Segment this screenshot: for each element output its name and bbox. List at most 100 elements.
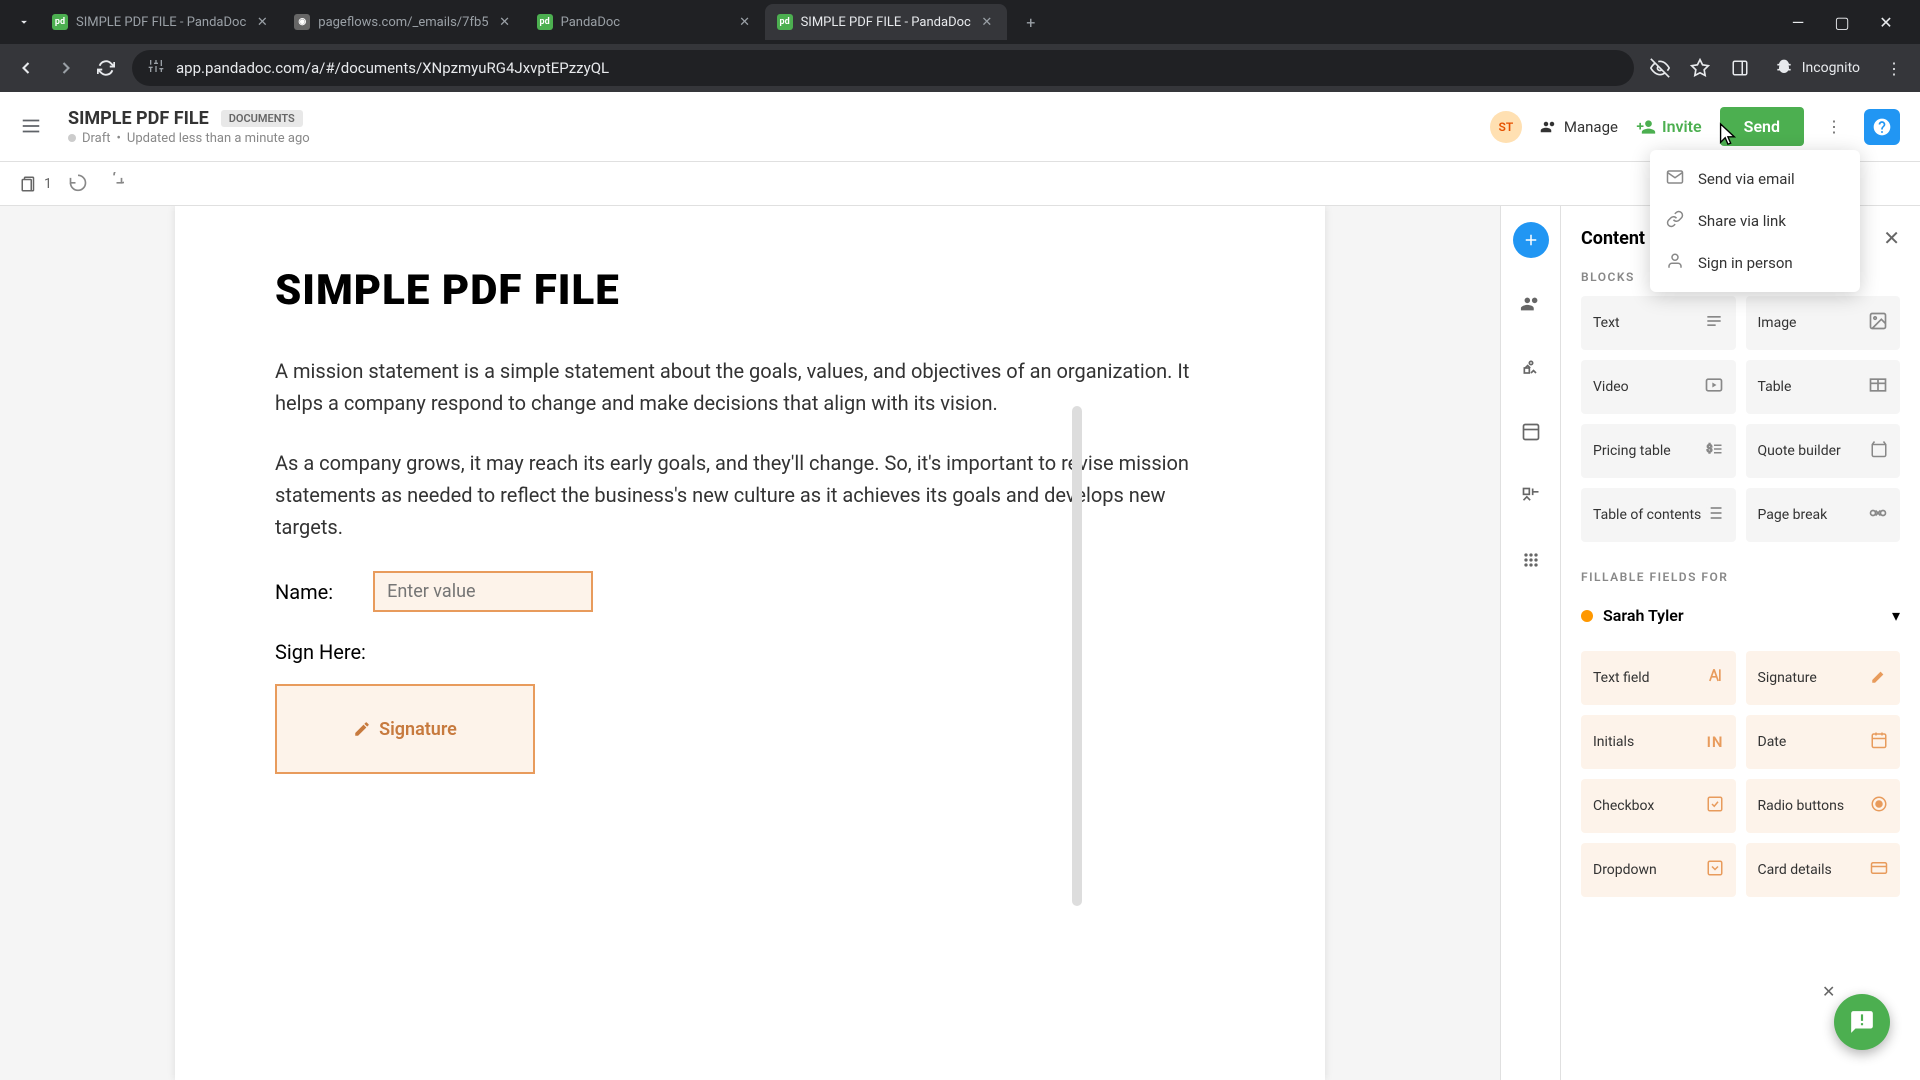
initials-icon: IN xyxy=(1707,733,1724,751)
forward-button[interactable] xyxy=(52,54,80,82)
recipient-name-text: Sarah Tyler xyxy=(1603,606,1684,625)
redo-button[interactable] xyxy=(104,172,124,196)
workflow-rail-button[interactable] xyxy=(1513,478,1549,514)
recipients-rail-button[interactable] xyxy=(1513,286,1549,322)
tab-close-icon[interactable]: ✕ xyxy=(979,14,995,30)
avatar[interactable]: ST xyxy=(1490,111,1522,143)
help-button[interactable] xyxy=(1864,109,1900,145)
manage-button[interactable]: Manage xyxy=(1540,118,1618,136)
sign-here-label: Sign Here: xyxy=(275,640,1225,664)
video-icon xyxy=(1704,375,1724,399)
page-count[interactable]: 1 xyxy=(20,175,52,193)
block-toc[interactable]: Table of contents xyxy=(1581,488,1736,542)
chat-fab-button[interactable] xyxy=(1834,994,1890,1050)
text-icon xyxy=(1704,311,1724,335)
blocks-grid: Text Image Video Table Pricing table xyxy=(1581,296,1900,542)
minimize-button[interactable]: — xyxy=(1788,12,1808,32)
field-text[interactable]: Text field xyxy=(1581,651,1736,705)
block-quote-builder[interactable]: Quote builder xyxy=(1746,424,1901,478)
recipient-color-icon xyxy=(1581,610,1593,622)
chevron-down-icon: ▾ xyxy=(1892,606,1900,625)
pricing-icon: $ xyxy=(1704,440,1724,462)
name-input[interactable] xyxy=(373,571,593,612)
field-radio[interactable]: Radio buttons xyxy=(1746,779,1901,833)
reload-button[interactable] xyxy=(92,54,120,82)
maximize-button[interactable]: ▢ xyxy=(1832,12,1852,32)
browser-tab-1[interactable]: ◉ pageflows.com/_emails/7fb5 ✕ xyxy=(282,4,524,40)
url-text: app.pandadoc.com/a/#/documents/XNpzmyuRG… xyxy=(176,59,609,77)
block-video[interactable]: Video xyxy=(1581,360,1736,414)
tab-search-dropdown[interactable] xyxy=(8,6,40,38)
browser-tab-3[interactable]: pd SIMPLE PDF FILE - PandaDoc ✕ xyxy=(765,4,1007,40)
url-bar[interactable]: app.pandadoc.com/a/#/documents/XNpzmyuRG… xyxy=(132,50,1634,86)
signature-field[interactable]: Signature xyxy=(275,684,535,774)
share-via-link-item[interactable]: Share via link xyxy=(1650,200,1860,242)
fillable-section-label: FILLABLE FIELDS FOR xyxy=(1581,570,1900,584)
document-page[interactable]: SIMPLE PDF FILE A mission statement is a… xyxy=(175,206,1325,1080)
canvas-area[interactable]: SIMPLE PDF FILE A mission statement is a… xyxy=(0,206,1500,1080)
browser-chrome: pd SIMPLE PDF FILE - PandaDoc ✕ ◉ pagefl… xyxy=(0,0,1920,92)
layout-rail-button[interactable] xyxy=(1513,414,1549,450)
apps-rail-button[interactable] xyxy=(1513,542,1549,578)
block-image[interactable]: Image xyxy=(1746,296,1901,350)
invite-button[interactable]: Invite xyxy=(1636,117,1702,137)
share-link-label: Share via link xyxy=(1698,212,1786,230)
status-sep: • xyxy=(117,131,121,146)
tab-close-icon[interactable]: ✕ xyxy=(737,14,753,30)
hamburger-menu-button[interactable] xyxy=(20,115,44,139)
radio-icon xyxy=(1870,795,1888,817)
tab-close-icon[interactable]: ✕ xyxy=(254,14,270,30)
incognito-label: Incognito xyxy=(1802,60,1860,76)
block-page-break[interactable]: Page break xyxy=(1746,488,1901,542)
email-icon xyxy=(1666,168,1686,190)
tab-favicon: pd xyxy=(537,14,553,30)
document-heading: SIMPLE PDF FILE xyxy=(275,266,1225,315)
window-controls: — ▢ ✕ xyxy=(1788,12,1912,32)
sign-in-person-item[interactable]: Sign in person xyxy=(1650,242,1860,284)
chat-close-button[interactable]: ✕ xyxy=(1822,982,1842,1002)
panel-close-button[interactable]: ✕ xyxy=(1883,226,1900,250)
field-dropdown[interactable]: Dropdown xyxy=(1581,843,1736,897)
tab-title: SIMPLE PDF FILE - PandaDoc xyxy=(76,15,246,30)
browser-tab-0[interactable]: pd SIMPLE PDF FILE - PandaDoc ✕ xyxy=(40,4,282,40)
tab-close-icon[interactable]: ✕ xyxy=(497,14,513,30)
more-actions-button[interactable]: ⋮ xyxy=(1822,115,1846,139)
status-dot-icon xyxy=(68,134,76,142)
doc-title[interactable]: SIMPLE PDF FILE xyxy=(68,108,209,129)
back-button[interactable] xyxy=(12,54,40,82)
variables-rail-button[interactable] xyxy=(1513,350,1549,386)
page-count-value: 1 xyxy=(44,176,52,192)
calendar-icon xyxy=(1870,731,1888,753)
undo-button[interactable] xyxy=(68,172,88,196)
send-via-email-item[interactable]: Send via email xyxy=(1650,158,1860,200)
field-checkbox[interactable]: Checkbox xyxy=(1581,779,1736,833)
image-icon xyxy=(1868,311,1888,335)
scrollbar[interactable] xyxy=(1072,406,1082,906)
incognito-badge[interactable]: Incognito xyxy=(1766,58,1868,78)
side-panel-icon[interactable] xyxy=(1726,54,1754,82)
field-initials[interactable]: Initials IN xyxy=(1581,715,1736,769)
new-tab-button[interactable]: + xyxy=(1015,6,1047,38)
field-signature[interactable]: Signature xyxy=(1746,651,1901,705)
block-pricing-table[interactable]: Pricing table $ xyxy=(1581,424,1736,478)
site-settings-icon[interactable] xyxy=(148,58,164,78)
url-bar-row: app.pandadoc.com/a/#/documents/XNpzmyuRG… xyxy=(0,44,1920,92)
header-actions: ST Manage Invite Send ⋮ xyxy=(1490,107,1900,146)
content-rail-button[interactable] xyxy=(1513,222,1549,258)
signature-label: Signature xyxy=(379,719,457,740)
browser-tab-2[interactable]: pd PandaDoc ✕ xyxy=(525,4,765,40)
checkbox-icon xyxy=(1706,795,1724,817)
block-table[interactable]: Table xyxy=(1746,360,1901,414)
visibility-off-icon[interactable] xyxy=(1646,54,1674,82)
field-card-details[interactable]: Card details xyxy=(1746,843,1901,897)
browser-menu-icon[interactable]: ⋮ xyxy=(1880,54,1908,82)
send-button[interactable]: Send xyxy=(1720,107,1804,146)
recipient-selector[interactable]: Sarah Tyler ▾ xyxy=(1581,596,1900,635)
close-window-button[interactable]: ✕ xyxy=(1876,12,1896,32)
table-icon xyxy=(1868,375,1888,399)
block-text[interactable]: Text xyxy=(1581,296,1736,350)
tab-title: PandaDoc xyxy=(561,15,729,30)
app-body: SIMPLE PDF FILE A mission statement is a… xyxy=(0,206,1920,1080)
field-date[interactable]: Date xyxy=(1746,715,1901,769)
bookmark-star-icon[interactable] xyxy=(1686,54,1714,82)
